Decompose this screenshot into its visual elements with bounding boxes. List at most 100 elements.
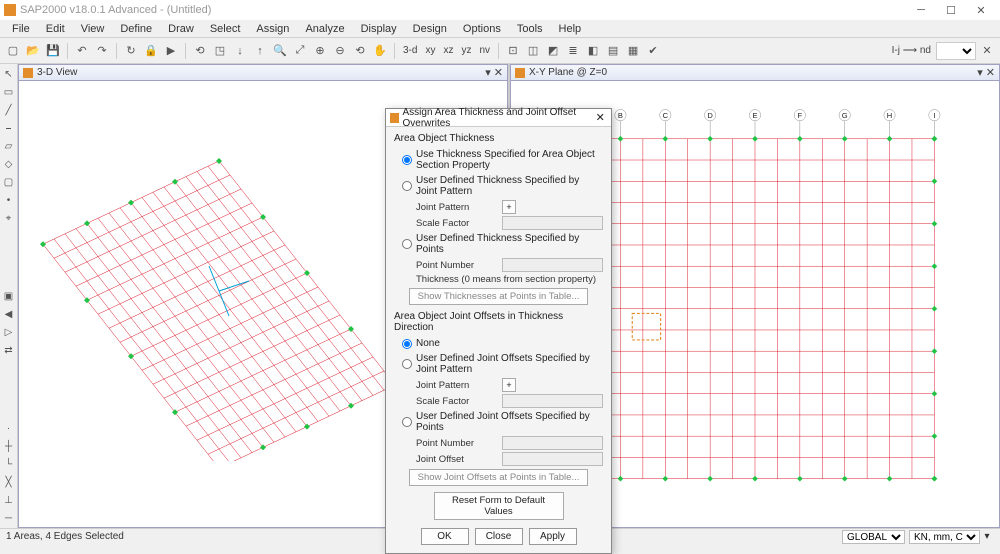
menu-select[interactable]: Select <box>202 21 249 37</box>
menu-assign[interactable]: Assign <box>248 21 297 37</box>
arrow-up-icon[interactable]: ↑ <box>251 42 269 60</box>
zoom-out-icon[interactable]: ⊖ <box>331 42 349 60</box>
object-icon[interactable]: ◫ <box>524 42 542 60</box>
pane-3d-header[interactable]: 3-D View ▾ ✕ <box>19 65 507 81</box>
menu-design[interactable]: Design <box>405 21 455 37</box>
zoom-extent-icon[interactable]: ⤢ <box>291 42 309 60</box>
pane-dropdown-icon[interactable]: ▾ ✕ <box>485 66 503 79</box>
menu-options[interactable]: Options <box>455 21 509 37</box>
minimize-button[interactable]: ─ <box>906 0 936 20</box>
lock-icon[interactable]: 🔒 <box>142 42 160 60</box>
pane-dropdown-icon[interactable]: ▾ ✕ <box>977 66 995 79</box>
sel-inv-icon[interactable]: ⇄ <box>1 342 17 358</box>
close-button[interactable]: ✕ <box>966 0 996 20</box>
ok-button[interactable]: OK <box>421 528 469 545</box>
radio-points[interactable] <box>402 239 412 249</box>
units-select[interactable]: KN, mm, C <box>909 530 980 544</box>
apply-button[interactable]: Apply <box>529 528 577 545</box>
shrink-icon[interactable]: ⊡ <box>504 42 522 60</box>
show-offsets-button: Show Joint Offsets at Points in Table... <box>409 469 589 486</box>
checkmark-icon[interactable]: ✔ <box>644 42 662 60</box>
off-sf-input <box>502 394 603 408</box>
menu-analyze[interactable]: Analyze <box>297 21 352 37</box>
radio-section-label: Use Thickness Specified for Area Object … <box>416 149 603 171</box>
radio-section-property[interactable] <box>402 155 412 165</box>
open-icon[interactable]: 📂 <box>24 42 42 60</box>
radio-none[interactable] <box>402 339 412 349</box>
dialog-close-icon[interactable]: ✕ <box>593 111 607 124</box>
svg-text:I: I <box>933 111 935 120</box>
menu-file[interactable]: File <box>4 21 38 37</box>
status-dropdown-icon[interactable]: ▾ <box>980 531 994 542</box>
view-xy-button[interactable]: xy <box>422 45 438 56</box>
snap-perp-icon[interactable]: ⊥ <box>1 492 17 508</box>
jp-label: Joint Pattern <box>416 202 498 213</box>
menu-help[interactable]: Help <box>551 21 590 37</box>
undo-icon[interactable]: ↶ <box>73 42 91 60</box>
section-icon[interactable]: ▤ <box>604 42 622 60</box>
select-icon[interactable]: ▭ <box>1 84 17 100</box>
maximize-button[interactable]: ☐ <box>936 0 966 20</box>
perspective-icon[interactable]: ◳ <box>211 42 229 60</box>
menu-draw[interactable]: Draw <box>160 21 202 37</box>
energy-icon[interactable]: ◧ <box>584 42 602 60</box>
dialog-titlebar[interactable]: Assign Area Thickness and Joint Offset O… <box>386 109 611 127</box>
radio-off-jp[interactable] <box>402 359 412 369</box>
view-3d-button[interactable]: 3-d <box>400 45 420 56</box>
draw-quick-icon[interactable]: ⎯ <box>1 120 17 136</box>
table-icon[interactable]: ▦ <box>624 42 642 60</box>
view-nv-button[interactable]: nv <box>476 45 493 56</box>
off-sf-label: Scale Factor <box>416 396 498 407</box>
sel-prev-icon[interactable]: ◀ <box>1 306 17 322</box>
pointer-icon[interactable]: ↖ <box>1 66 17 82</box>
sel-all-icon[interactable]: ▣ <box>1 288 17 304</box>
radio-joint-pattern[interactable] <box>402 181 412 191</box>
draw-rect-icon[interactable]: ▢ <box>1 174 17 190</box>
redo-icon[interactable]: ↷ <box>93 42 111 60</box>
toolbar-select[interactable] <box>936 42 976 60</box>
draw-frame-icon[interactable]: ╱ <box>1 102 17 118</box>
menu-edit[interactable]: Edit <box>38 21 73 37</box>
zoom-in-icon[interactable]: ⊕ <box>311 42 329 60</box>
jp-add-button[interactable]: + <box>502 200 516 214</box>
radio-off-points[interactable] <box>402 417 412 427</box>
snap-int-icon[interactable]: ╳ <box>1 474 17 490</box>
menu-display[interactable]: Display <box>353 21 405 37</box>
pane-plan-header[interactable]: X-Y Plane @ Z=0 ▾ ✕ <box>511 65 999 81</box>
rotate-icon[interactable]: ⟲ <box>191 42 209 60</box>
snap-end-icon[interactable]: └ <box>1 456 17 472</box>
zoom-icon[interactable]: 🔍 <box>271 42 289 60</box>
menu-define[interactable]: Define <box>112 21 160 37</box>
menu-view[interactable]: View <box>73 21 113 37</box>
snap-line-icon[interactable]: ─ <box>1 510 17 526</box>
zoom-prev-icon[interactable]: ⟲ <box>351 42 369 60</box>
coord-select[interactable]: GLOBAL <box>842 530 905 544</box>
pn-label: Point Number <box>416 260 498 271</box>
draw-poly-icon[interactable]: ◇ <box>1 156 17 172</box>
save-icon[interactable]: 💾 <box>44 42 62 60</box>
snap-pt-icon[interactable]: · <box>1 420 17 436</box>
reset-button[interactable]: Reset Form to Default Values <box>434 492 564 520</box>
new-icon[interactable]: ▢ <box>4 42 22 60</box>
stress-icon[interactable]: ≣ <box>564 42 582 60</box>
draw-area-icon[interactable]: ▱ <box>1 138 17 154</box>
sel-clear-icon[interactable]: ▷ <box>1 324 17 340</box>
off-jp-add-button[interactable]: + <box>502 378 516 392</box>
radio-off-points-label: User Defined Joint Offsets Specified by … <box>416 411 603 433</box>
off-jp-label: Joint Pattern <box>416 380 498 391</box>
run-icon[interactable]: ▶ <box>162 42 180 60</box>
snap-icon[interactable]: ⌖ <box>1 210 17 226</box>
draw-point-icon[interactable]: • <box>1 192 17 208</box>
snap-mid-icon[interactable]: ┼ <box>1 438 17 454</box>
close-button-dlg[interactable]: Close <box>475 528 523 545</box>
menu-tools[interactable]: Tools <box>509 21 551 37</box>
view-yz-button[interactable]: yz <box>458 45 474 56</box>
arrow-down-icon[interactable]: ↓ <box>231 42 249 60</box>
pane-icon <box>23 68 33 78</box>
pan-icon[interactable]: ✋ <box>371 42 389 60</box>
refresh-icon[interactable]: ↻ <box>122 42 140 60</box>
window-close-icon[interactable]: ✕ <box>978 42 996 60</box>
off-jo-input <box>502 452 603 466</box>
deform-icon[interactable]: ◩ <box>544 42 562 60</box>
view-xz-button[interactable]: xz <box>440 45 456 56</box>
